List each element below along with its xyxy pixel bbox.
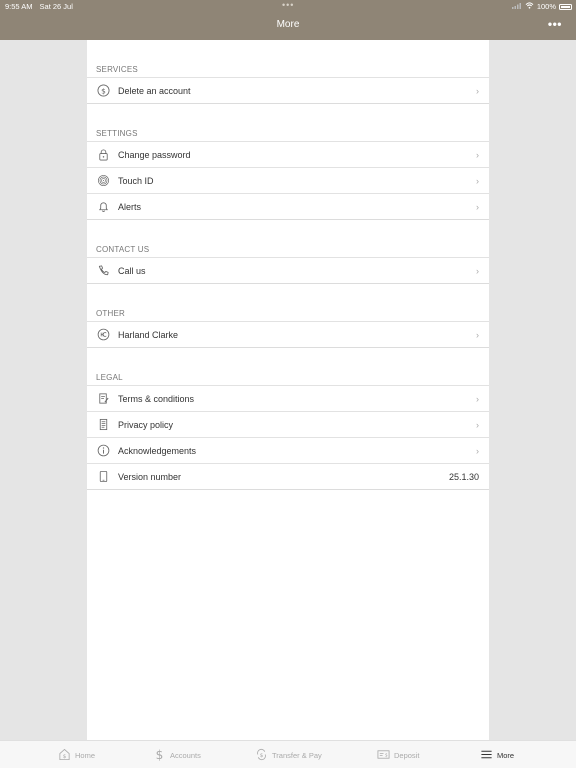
battery-icon — [559, 3, 572, 10]
section-legal: LEGAL Terms & conditions › Privacy polic… — [87, 348, 489, 490]
status-bar-right: 100% — [511, 2, 572, 11]
section-title: LEGAL — [96, 373, 123, 382]
tab-label: Home — [75, 750, 96, 760]
dollar-icon: $ — [153, 748, 166, 763]
svg-text:$: $ — [156, 748, 164, 761]
check-deposit-icon: $ — [377, 748, 390, 763]
tab-label: Accounts — [170, 750, 201, 760]
row-label: Call us — [118, 265, 146, 276]
tab-deposit[interactable]: $ Deposit — [377, 741, 419, 768]
menu-icon — [480, 748, 493, 763]
row-call-us[interactable]: Call us › — [87, 257, 489, 283]
device-icon — [96, 470, 110, 484]
row-touch-id[interactable]: Touch ID › — [87, 167, 489, 193]
version-value: 25.1.30 — [448, 471, 479, 482]
overflow-menu-button[interactable]: ••• — [548, 17, 562, 31]
multitask-dots[interactable]: ••• — [282, 0, 294, 10]
document-pen-icon — [96, 392, 110, 406]
row-privacy-policy[interactable]: Privacy policy › — [87, 411, 489, 437]
row-label: Touch ID — [118, 175, 154, 186]
status-time: 9:55 AM — [5, 2, 33, 11]
row-version-number: Version number 25.1.30 — [87, 463, 489, 489]
info-icon — [96, 444, 110, 458]
svg-text:$: $ — [260, 752, 264, 758]
dollar-circle-icon: $ — [96, 84, 110, 98]
tab-label: Deposit — [394, 750, 420, 760]
section-title: SERVICES — [96, 65, 138, 74]
wifi-icon — [525, 2, 534, 11]
chevron-right-icon: › — [476, 419, 479, 430]
tab-label: Transfer & Pay — [272, 750, 322, 760]
row-label: Acknowledgements — [118, 445, 197, 456]
row-label: Alerts — [118, 201, 142, 212]
row-alerts[interactable]: Alerts › — [87, 193, 489, 219]
tab-home[interactable]: $ Home — [58, 741, 95, 768]
phone-icon — [96, 264, 110, 278]
chevron-right-icon: › — [476, 393, 479, 404]
section-title: SETTINGS — [96, 129, 138, 138]
status-bar-left: 9:55 AM Sat 26 Jul — [5, 2, 73, 11]
row-label: Delete an account — [118, 85, 191, 96]
chevron-right-icon: › — [476, 329, 479, 340]
svg-text:$: $ — [385, 752, 388, 758]
row-change-password[interactable]: Change password › — [87, 141, 489, 167]
fingerprint-icon — [96, 174, 110, 188]
row-label: Version number — [118, 471, 182, 482]
section-services: SERVICES $ Delete an account › — [87, 40, 489, 104]
section-title: OTHER — [96, 309, 125, 318]
svg-text:$: $ — [101, 86, 106, 95]
document-lines-icon — [96, 418, 110, 432]
chevron-right-icon: › — [476, 445, 479, 456]
chevron-right-icon: › — [476, 201, 479, 212]
row-terms-conditions[interactable]: Terms & conditions › — [87, 385, 489, 411]
status-date: Sat 26 Jul — [39, 2, 73, 11]
battery-percent: 100% — [536, 2, 556, 11]
tab-more[interactable]: More — [480, 741, 514, 768]
row-label: Terms & conditions — [118, 393, 195, 404]
row-label: Privacy policy — [118, 419, 174, 430]
more-menu-panel: SERVICES $ Delete an account › SETTINGS … — [87, 40, 489, 740]
chevron-right-icon: › — [476, 149, 479, 160]
section-other: OTHER Harland Clarke › — [87, 284, 489, 348]
row-label: Change password — [118, 149, 191, 160]
row-delete-account[interactable]: $ Delete an account › — [87, 77, 489, 103]
top-bar: 9:55 AM Sat 26 Jul ••• 100% More ••• — [0, 0, 576, 40]
page-title: More — [276, 19, 300, 30]
tab-transfer-pay[interactable]: $ Transfer & Pay — [255, 741, 322, 768]
lock-icon — [96, 148, 110, 162]
tab-accounts[interactable]: $ Accounts — [153, 741, 201, 768]
home-dollar-icon: $ — [58, 748, 71, 763]
row-label: Harland Clarke — [118, 329, 179, 340]
chevron-right-icon: › — [476, 265, 479, 276]
section-contact-us: CONTACT US Call us › — [87, 220, 489, 284]
svg-text:$: $ — [63, 754, 67, 760]
chevron-right-icon: › — [476, 85, 479, 96]
section-title: CONTACT US — [96, 245, 150, 254]
transfer-icon: $ — [255, 748, 268, 763]
tab-label: More — [497, 750, 515, 760]
tab-bar: $ Home $ Accounts $ Transfer & Pay $ Dep… — [0, 740, 576, 768]
row-acknowledgements[interactable]: Acknowledgements › — [87, 437, 489, 463]
bell-icon — [96, 200, 110, 214]
row-harland-clarke[interactable]: Harland Clarke › — [87, 321, 489, 347]
signal-icon — [511, 2, 522, 11]
section-settings: SETTINGS Change password › Touch ID › Al… — [87, 104, 489, 220]
harland-clarke-icon — [96, 328, 110, 342]
chevron-right-icon: › — [476, 175, 479, 186]
